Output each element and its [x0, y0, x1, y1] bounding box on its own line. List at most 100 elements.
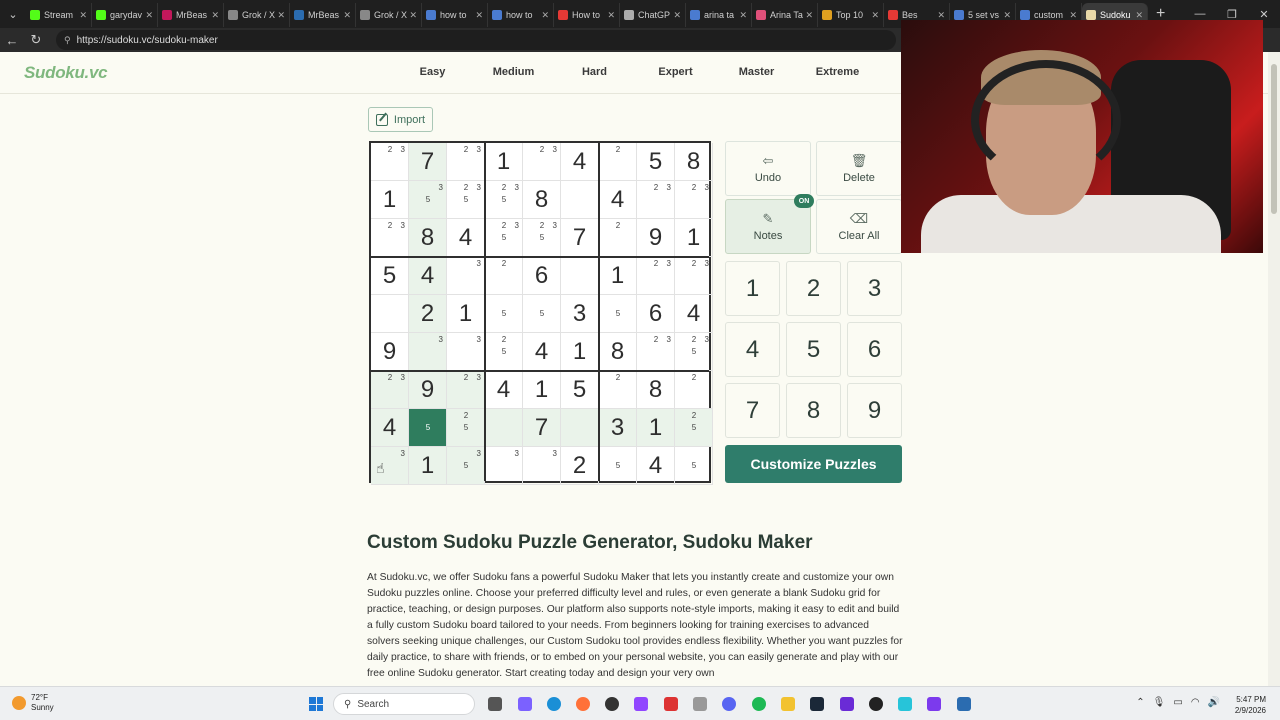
- sudoku-cell[interactable]: 25: [675, 409, 713, 447]
- tab-close-icon[interactable]: ✕: [409, 10, 417, 21]
- page-scrollbar[interactable]: [1268, 52, 1280, 686]
- browser-tab[interactable]: Top 10 ✕: [818, 3, 884, 27]
- undo-button[interactable]: ⇦ Undo: [725, 141, 811, 196]
- music-icon[interactable]: [693, 697, 707, 711]
- browser-tab[interactable]: Arina Ta ✕: [752, 3, 818, 27]
- firefox-icon[interactable]: [576, 697, 590, 711]
- sudoku-cell[interactable]: 8: [637, 371, 675, 409]
- sudoku-cell[interactable]: 235: [447, 181, 485, 219]
- browser-tab[interactable]: Grok / X ✕: [224, 3, 290, 27]
- sudoku-cell[interactable]: 4: [637, 447, 675, 485]
- twitch-icon[interactable]: [634, 697, 648, 711]
- browser-tab[interactable]: MrBeas ✕: [158, 3, 224, 27]
- volume-icon[interactable]: 🔊: [1208, 697, 1220, 708]
- tab-close-icon[interactable]: ✕: [343, 10, 351, 21]
- sudoku-cell[interactable]: 8: [675, 143, 713, 181]
- sudoku-cell[interactable]: 9: [637, 219, 675, 257]
- app-icon-2[interactable]: [869, 697, 883, 711]
- sudoku-cell[interactable]: 3: [447, 257, 485, 295]
- tab-close-icon[interactable]: ✕: [871, 10, 879, 21]
- nav-expert[interactable]: Expert: [635, 66, 716, 78]
- sudoku-cell[interactable]: [561, 257, 599, 295]
- network-icon[interactable]: ▭: [1173, 697, 1182, 708]
- sudoku-cell[interactable]: 4: [599, 181, 637, 219]
- sudoku-cell[interactable]: 2: [675, 371, 713, 409]
- sudoku-cell[interactable]: 4: [523, 333, 561, 371]
- clear-all-button[interactable]: ⌫ Clear All: [816, 199, 902, 254]
- sudoku-cell[interactable]: 23: [637, 333, 675, 371]
- sudoku-cell[interactable]: 25: [447, 409, 485, 447]
- tab-close-icon[interactable]: ✕: [673, 10, 681, 21]
- tab-close-icon[interactable]: ✕: [1003, 10, 1011, 21]
- sudoku-cell[interactable]: 3: [485, 447, 523, 485]
- sudoku-cell[interactable]: 5: [523, 295, 561, 333]
- url-field[interactable]: ⚲ https://sudoku.vc/sudoku-maker: [56, 30, 896, 50]
- sudoku-cell[interactable]: 6: [637, 295, 675, 333]
- sudoku-cell[interactable]: 3: [561, 295, 599, 333]
- nav-extreme[interactable]: Extreme: [797, 66, 878, 78]
- sudoku-cell[interactable]: 5: [637, 143, 675, 181]
- sudoku-cell[interactable]: 5: [371, 257, 409, 295]
- sudoku-cell[interactable]: 4: [561, 143, 599, 181]
- sudoku-cell[interactable]: 235: [485, 219, 523, 257]
- weather-widget[interactable]: 72°F Sunny: [12, 693, 54, 713]
- app-icon-3[interactable]: [898, 697, 912, 711]
- browser-tab[interactable]: ChatGP ✕: [620, 3, 686, 27]
- browser-tab[interactable]: How to ✕: [554, 3, 620, 27]
- sudoku-cell[interactable]: 235: [675, 333, 713, 371]
- number-key-8[interactable]: 8: [786, 383, 841, 438]
- sudoku-cell[interactable]: [561, 181, 599, 219]
- sudoku-cell[interactable]: [561, 409, 599, 447]
- notes-button[interactable]: ✎ Notes ON: [725, 194, 814, 254]
- media-icon[interactable]: [664, 697, 678, 711]
- nav-medium[interactable]: Medium: [473, 66, 554, 78]
- sudoku-cell[interactable]: 23: [371, 371, 409, 409]
- scrollbar-thumb[interactable]: [1271, 64, 1277, 214]
- sudoku-cell[interactable]: 1: [523, 371, 561, 409]
- sudoku-cell[interactable]: [485, 409, 523, 447]
- sudoku-cell[interactable]: 1: [371, 181, 409, 219]
- browser-tab[interactable]: MrBeas ✕: [290, 3, 356, 27]
- tab-close-icon[interactable]: ✕: [541, 10, 549, 21]
- tab-close-icon[interactable]: ✕: [937, 10, 945, 21]
- tab-close-icon[interactable]: ✕: [277, 10, 285, 21]
- sudoku-cell[interactable]: 1: [599, 257, 637, 295]
- sudoku-cell[interactable]: 7: [523, 409, 561, 447]
- sudoku-cell[interactable]: 4: [409, 257, 447, 295]
- number-key-5[interactable]: 5: [786, 322, 841, 377]
- sudoku-cell[interactable]: 3: [599, 409, 637, 447]
- sudoku-cell[interactable]: 5: [561, 371, 599, 409]
- sudoku-cell[interactable]: 1: [447, 295, 485, 333]
- sudoku-cell[interactable]: 23: [447, 143, 485, 181]
- sudoku-cell[interactable]: 2: [599, 371, 637, 409]
- app-icon[interactable]: [840, 697, 854, 711]
- sudoku-cell[interactable]: 6: [523, 257, 561, 295]
- browser-tab[interactable]: Grok / X ✕: [356, 3, 422, 27]
- number-key-9[interactable]: 9: [847, 383, 902, 438]
- sudoku-cell[interactable]: 23: [523, 143, 561, 181]
- sudoku-cell[interactable]: 35: [409, 181, 447, 219]
- sudoku-cell[interactable]: 3: [409, 333, 447, 371]
- tab-list-icon[interactable]: ⌄: [0, 0, 26, 28]
- browser-tab[interactable]: how to ✕: [422, 3, 488, 27]
- wifi-icon[interactable]: ◠: [1191, 697, 1200, 708]
- tray-chevron-icon[interactable]: ⌃: [1136, 697, 1144, 708]
- browser-tab[interactable]: how to ✕: [488, 3, 554, 27]
- sudoku-cell[interactable]: 235: [523, 219, 561, 257]
- tab-close-icon[interactable]: ✕: [1069, 10, 1077, 21]
- task-view-icon[interactable]: [488, 697, 502, 711]
- tab-close-icon[interactable]: ✕: [145, 10, 153, 21]
- browser-tab[interactable]: arina ta ✕: [686, 3, 752, 27]
- taskbar-search[interactable]: ⚲ Search: [333, 693, 475, 715]
- number-key-1[interactable]: 1: [725, 261, 780, 316]
- sudoku-cell[interactable]: 5: [599, 447, 637, 485]
- edge-icon[interactable]: [547, 697, 561, 711]
- sudoku-cell[interactable]: 35: [447, 447, 485, 485]
- sudoku-cell[interactable]: [371, 295, 409, 333]
- number-key-4[interactable]: 4: [725, 322, 780, 377]
- sudoku-cell[interactable]: 4: [485, 371, 523, 409]
- nav-master[interactable]: Master: [716, 66, 797, 78]
- sudoku-cell[interactable]: 5: [485, 295, 523, 333]
- clock[interactable]: 5:47 PM 2/9/2026: [1235, 694, 1266, 716]
- site-logo[interactable]: Sudoku.vc: [24, 63, 108, 83]
